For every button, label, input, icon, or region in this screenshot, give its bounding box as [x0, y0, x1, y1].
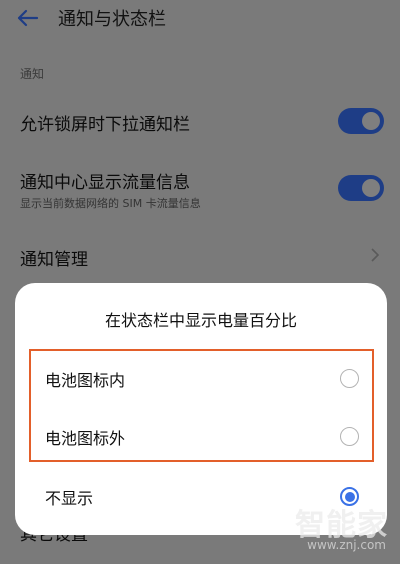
back-arrow-icon[interactable]: [14, 7, 40, 29]
lockscreen-pulldown-toggle[interactable]: [338, 108, 384, 134]
option-label: 不显示: [45, 489, 94, 508]
setting-subtitle: 显示当前数据网络的 SIM 卡流量信息: [20, 197, 201, 210]
top-bar: 通知与状态栏: [0, 0, 400, 40]
traffic-info-toggle[interactable]: [338, 175, 384, 201]
highlight-annotation-box: [29, 349, 374, 462]
setting-label: 通知中心显示流量信息: [20, 173, 190, 193]
watermark: 智能家 www.znj.com: [268, 500, 398, 560]
battery-percentage-dialog: 在状态栏中显示电量百分比 电池图标内 电池图标外 不显示: [15, 283, 387, 535]
chevron-right-icon: [371, 248, 380, 262]
setting-label: 通知管理: [20, 250, 88, 270]
watermark-url: www.znj.com: [307, 538, 386, 552]
dialog-title: 在状态栏中显示电量百分比: [104, 311, 297, 330]
setting-label: 允许锁屏时下拉通知栏: [20, 115, 190, 135]
section-header-notification: 通知: [20, 67, 45, 81]
page-title: 通知与状态栏: [58, 9, 166, 30]
